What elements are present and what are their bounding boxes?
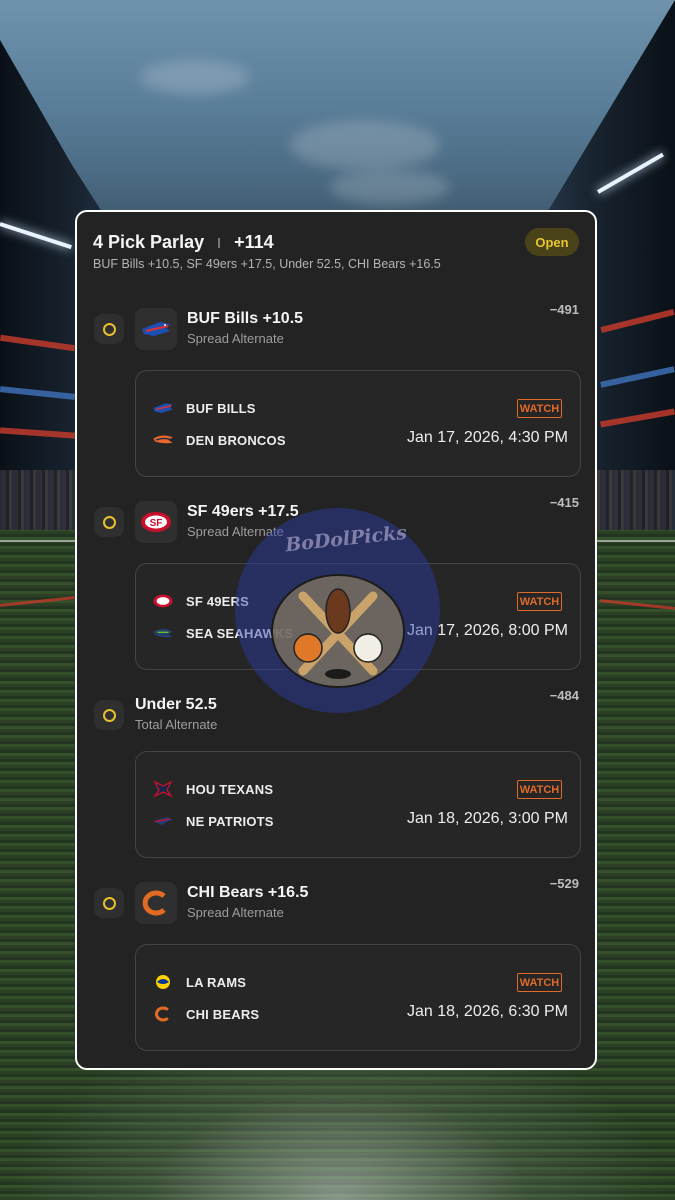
rams-logo-icon [152, 974, 174, 990]
title-divider [218, 237, 221, 248]
team-row: NE PATRIOTS [152, 813, 274, 829]
team-row: DEN BRONCOS [152, 432, 286, 448]
watermark-logo: BoDolPicks [235, 508, 440, 713]
team-name: CHI BEARS [186, 1006, 260, 1022]
pending-status-icon [94, 507, 124, 537]
parlay-title: 4 Pick Parlay [93, 232, 205, 252]
team-name: NE PATRIOTS [186, 813, 274, 829]
team-row: CHI BEARS [152, 1006, 259, 1022]
parlay-header: 4 Pick Parlay +114 [93, 232, 274, 253]
pick-type: Spread Alternate [187, 331, 284, 346]
game-time: Jan 18, 2026, 3:00 PM [407, 810, 568, 827]
pending-status-icon [94, 888, 124, 918]
watch-button[interactable]: WATCH [517, 780, 562, 799]
pick-odds: −529 [549, 876, 579, 891]
team-row: HOU TEXANS [152, 780, 274, 798]
watch-button[interactable]: WATCH [517, 592, 562, 611]
game-card[interactable]: HOU TEXANS NE PATRIOTS WATCH Jan 18, 202… [135, 751, 581, 858]
watch-button[interactable]: WATCH [517, 399, 562, 418]
team-name: HOU TEXANS [186, 781, 274, 797]
pick-type: Spread Alternate [187, 905, 284, 920]
pick-title: CHI Bears +16.5 [187, 884, 309, 901]
bears-logo-icon [135, 882, 177, 924]
team-row: LA RAMS [152, 974, 246, 990]
pending-status-icon [94, 700, 124, 730]
bills-logo-icon [135, 308, 177, 350]
pick-odds: −415 [549, 495, 579, 510]
parlay-odds: +114 [234, 232, 274, 252]
team-name: BUF BILLS [186, 400, 256, 416]
patriots-logo-icon [152, 813, 174, 829]
49ers-logo-icon: SF [135, 501, 177, 543]
watch-button[interactable]: WATCH [517, 973, 562, 992]
pick-title: BUF Bills +10.5 [187, 310, 304, 327]
pick-title: SF 49ers +17.5 [187, 503, 299, 520]
team-row: BUF BILLS [152, 400, 256, 416]
pick-odds: −491 [549, 302, 579, 317]
team-name: LA RAMS [186, 974, 247, 990]
sports-balls-icon [271, 574, 405, 688]
bills-logo-icon [152, 400, 174, 416]
seahawks-logo-icon [152, 625, 174, 641]
pick-title: Under 52.5 [135, 696, 217, 713]
game-card[interactable]: LA RAMS CHI BEARS WATCH Jan 18, 2026, 6:… [135, 944, 581, 1051]
bears-logo-icon [152, 1006, 174, 1022]
game-time: Jan 17, 2026, 4:30 PM [407, 429, 568, 446]
game-card[interactable]: BUF BILLS DEN BRONCOS WATCH Jan 17, 2026… [135, 370, 581, 477]
pick-odds: −484 [549, 688, 579, 703]
pick-type: Total Alternate [135, 717, 218, 732]
parlay-summary: BUF Bills +10.5, SF 49ers +17.5, Under 5… [93, 257, 441, 271]
svg-text:SF: SF [150, 518, 163, 529]
49ers-logo-icon [152, 593, 174, 609]
broncos-logo-icon [152, 432, 174, 448]
pending-status-icon [94, 314, 124, 344]
game-time: Jan 18, 2026, 6:30 PM [407, 1003, 568, 1020]
status-badge: Open [525, 228, 579, 256]
texans-logo-icon [152, 780, 174, 798]
team-name: DEN BRONCOS [186, 432, 286, 448]
watermark-text: BoDolPicks [284, 521, 408, 557]
